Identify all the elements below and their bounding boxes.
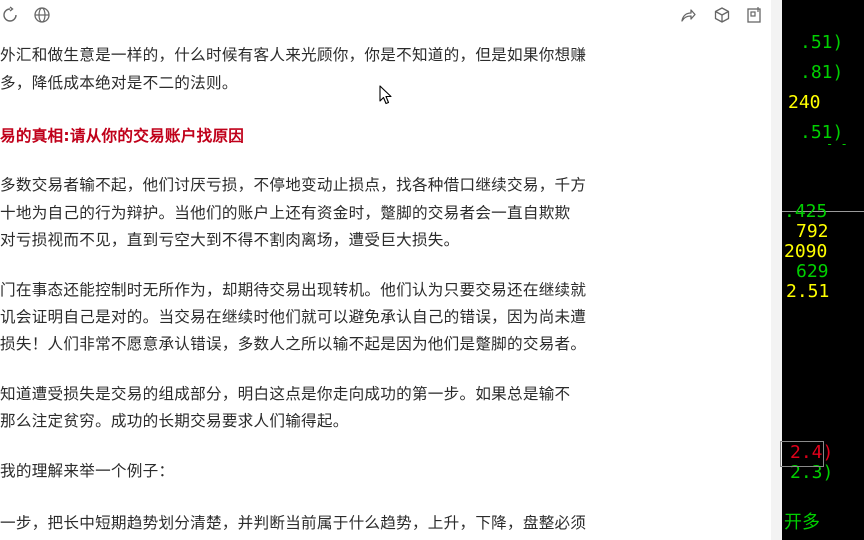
quote-value: 2090 [784,241,828,262]
globe-icon[interactable] [32,5,52,25]
sidebar-icon[interactable] [744,5,764,25]
share-icon[interactable] [678,5,698,25]
paragraph-line: 多，降低成本绝对是不二的法则。 [0,74,238,92]
section-heading: 易的真相:请从你的交易账户找原因 [0,127,245,145]
quote-value: 2.51 [786,281,830,302]
quote-value: .425 [784,201,828,222]
paragraph-line: 多数交易者输不起，他们讨厌亏损，不停地变动止损点，找各种借口继续交易，千方 [0,176,587,194]
paragraph-line: 十地为自己的行为辩护。当他们的账户上还有资金时，蹩脚的交易者会一直自欺欺 [0,204,571,222]
highlight-box [780,441,824,467]
paragraph-line: 那么注定贫穷。成功的长期交易要求人们输得起。 [0,412,349,430]
paragraph-line: 讥会证明自己是对的。当交易在继续时他们就可以避免承认自己的错误，因为尚未遭 [0,308,587,326]
paragraph-line: 对亏损视而不见，直到亏空大到不得不割肉离场，遭受巨大损失。 [0,231,460,249]
paragraph-line: 损失！人们非常不愿意承认错误，多数人之所以输不起是因为他们是蹩脚的交易者。 [0,335,587,353]
quote-value: .81) [800,62,844,83]
quote-value: - - [826,137,848,151]
paragraph-line: 门在事态还能控制时无所作为，却期待交易出现转机。他们认为只要交易还在继续就 [0,281,587,299]
quote-value: 开多 [784,512,820,533]
paragraph-line: 外汇和做生意是一样的，什么时候有客人来光顾你，你是不知道的，但是如果你想赚 [0,46,587,64]
quote-value: 629 [796,261,829,282]
mouse-cursor-icon [379,85,392,105]
cube-icon[interactable] [712,5,732,25]
quote-value: .51) [800,32,844,53]
article-pane: 外汇和做生意是一样的，什么时候有客人来光顾你，你是不知道的，但是如果你想赚 多，降… [0,0,782,540]
quote-value: 792 [796,221,829,242]
paragraph-line: 一步，把长中短期趋势划分清楚，并判断当前属于什么趋势，上升，下降，盘整必须 [0,514,587,532]
quote-value: 240 [788,92,821,113]
paragraph-line: 我的理解来举一个例子： [0,462,175,480]
paragraph-line: 知道遭受损失是交易的组成部分，明白这点是你走向成功的第一步。如果总是输不 [0,385,571,403]
refresh-icon[interactable] [0,5,20,25]
